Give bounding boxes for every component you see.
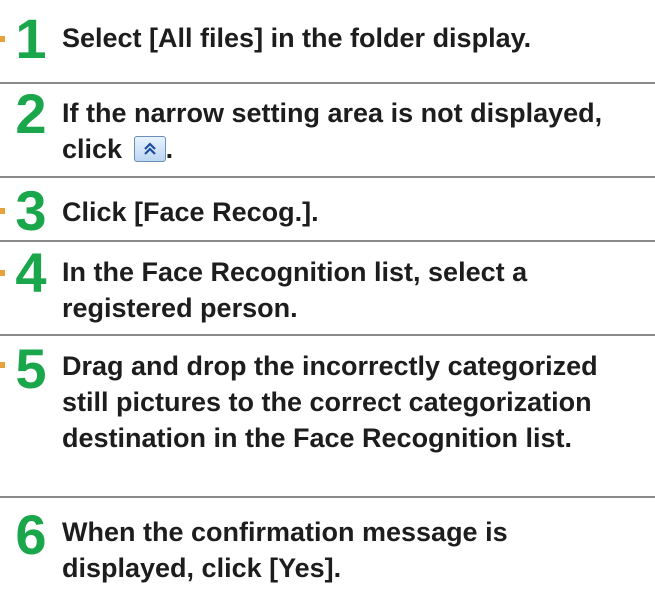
step-marker xyxy=(0,270,5,276)
step-1: 1 Select [All files] in the folder displ… xyxy=(0,0,655,82)
step-number: 2 xyxy=(15,82,47,145)
step-marker xyxy=(0,36,5,42)
step-6: 6 When the confirmation message is displ… xyxy=(0,498,655,598)
step-3: 3 Click [Face Recog.]. xyxy=(0,178,655,240)
step-text: Select [All files] in the folder display… xyxy=(62,23,532,53)
step-5: 5 Drag and drop the incorrectly categori… xyxy=(0,336,655,496)
step-number: 6 xyxy=(15,503,47,566)
step-text: When the confirmation message is display… xyxy=(62,517,508,583)
step-text: Drag and drop the incorrectly categorize… xyxy=(62,351,598,453)
step-number: 4 xyxy=(15,241,47,304)
step-text: If the narrow setting area is not displa… xyxy=(56,91,655,167)
step-4: 4 In the Face Recognition list, select a… xyxy=(0,242,655,334)
step-text: Click [Face Recog.]. xyxy=(62,197,319,227)
instruction-steps: 1 Select [All files] in the folder displ… xyxy=(0,0,655,598)
step-number: 3 xyxy=(15,179,47,242)
step-marker xyxy=(0,362,5,368)
step-number: 1 xyxy=(15,7,47,70)
step-number: 5 xyxy=(15,337,47,400)
chevron-up-double-icon xyxy=(133,136,166,162)
step-text: In the Face Recognition list, select a r… xyxy=(62,257,528,323)
step-text-after: . xyxy=(165,134,174,164)
step-2: 2 If the narrow setting area is not disp… xyxy=(0,84,655,176)
step-marker xyxy=(0,208,5,214)
